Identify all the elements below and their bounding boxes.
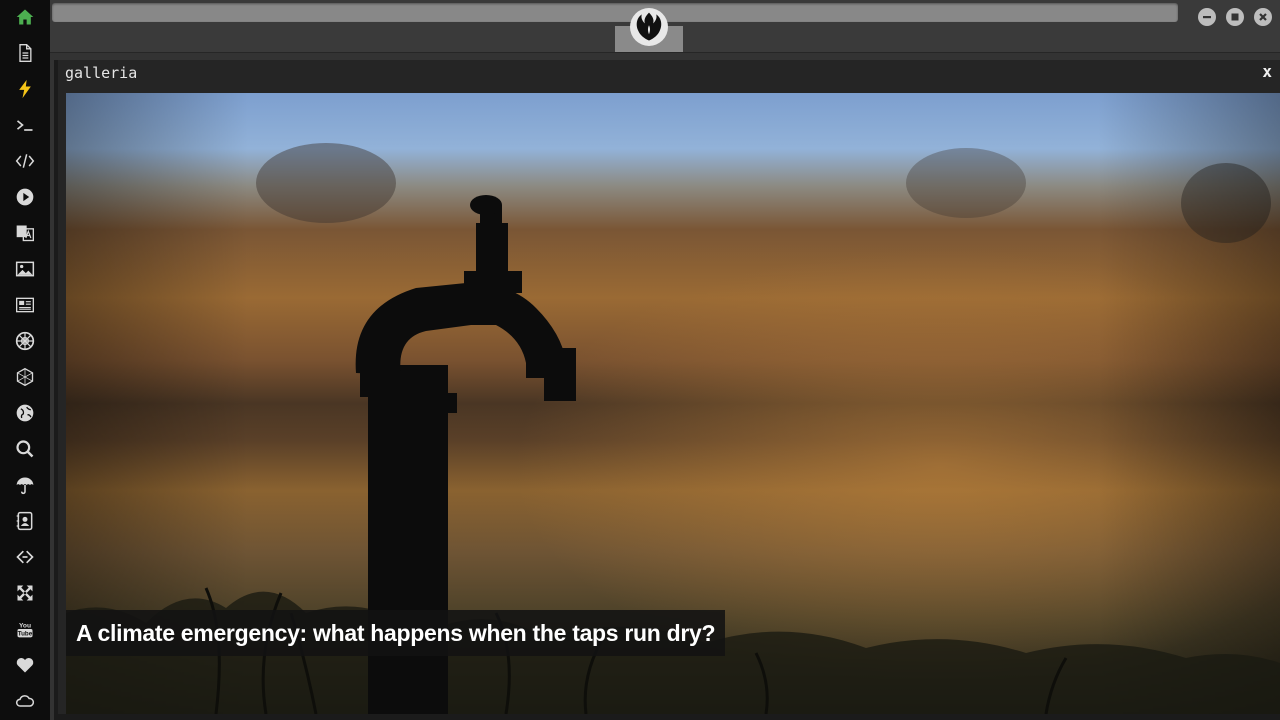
translate-icon[interactable] <box>13 221 37 245</box>
umbrella-icon[interactable] <box>13 473 37 497</box>
document-icon[interactable] <box>13 41 37 65</box>
lightning-icon[interactable] <box>13 77 37 101</box>
address-bar[interactable] <box>52 3 1178 22</box>
cloud-icon[interactable] <box>13 689 37 713</box>
search-icon[interactable] <box>13 437 37 461</box>
address-book-icon[interactable] <box>13 509 37 533</box>
window-title: galleria <box>65 64 138 82</box>
chain-link-icon[interactable] <box>13 545 37 569</box>
sidebar: You Tube <box>0 0 50 720</box>
expand-icon[interactable] <box>13 581 37 605</box>
image-caption: A climate emergency: what happens when t… <box>66 610 726 656</box>
window-close-button[interactable]: x <box>1262 62 1272 81</box>
svg-text:You: You <box>19 622 31 629</box>
close-window-button[interactable] <box>1254 8 1272 26</box>
close-icon <box>1259 13 1267 21</box>
maximize-button[interactable] <box>1226 8 1244 26</box>
svg-text:Tube: Tube <box>18 631 33 638</box>
image-icon[interactable] <box>13 257 37 281</box>
news-icon[interactable] <box>13 293 37 317</box>
gallery-image[interactable]: A climate emergency: what happens when t… <box>66 93 1280 714</box>
heart-icon[interactable] <box>13 653 37 677</box>
minimize-icon <box>1203 16 1211 19</box>
terminal-icon[interactable] <box>13 113 37 137</box>
maximize-icon <box>1231 13 1239 21</box>
window-bottom-edge <box>54 714 1280 720</box>
minimize-button[interactable] <box>1198 8 1216 26</box>
code-icon[interactable] <box>13 149 37 173</box>
globe-icon[interactable] <box>13 401 37 425</box>
youtube-icon[interactable]: You Tube <box>13 617 37 641</box>
hexagon-icon[interactable] <box>13 365 37 389</box>
play-icon[interactable] <box>13 185 37 209</box>
home-icon[interactable] <box>13 5 37 29</box>
galactic-empire-icon[interactable] <box>13 329 37 353</box>
rebel-alliance-icon[interactable] <box>630 8 668 46</box>
top-bar <box>50 0 1280 53</box>
gallery-window: galleria x A climate emergency: what hap… <box>54 60 1280 720</box>
